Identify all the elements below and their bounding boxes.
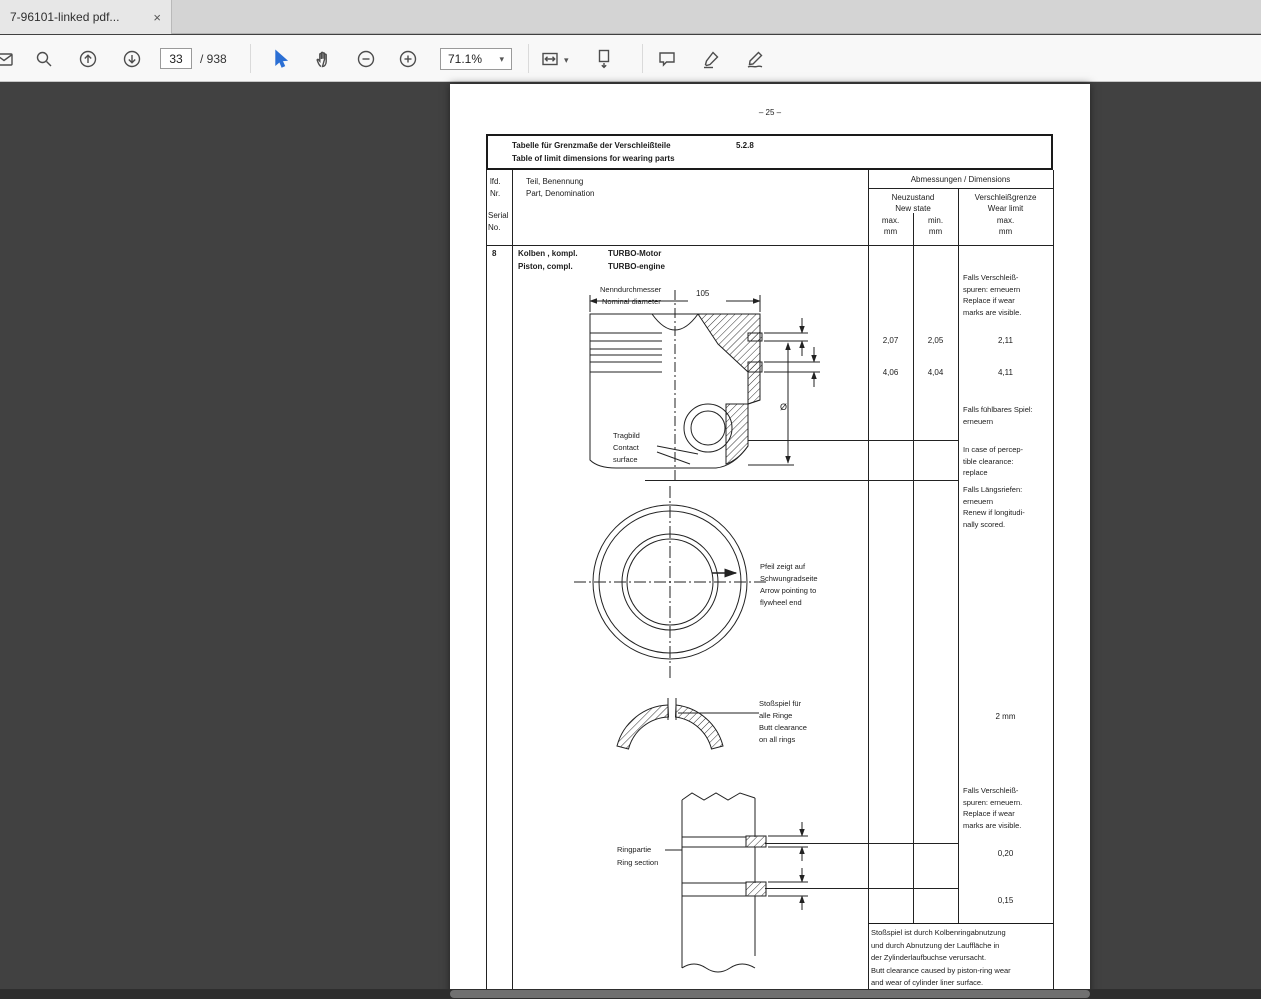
note-clearance-en: In case of percep- tible clearance: repl…: [963, 444, 1023, 479]
zoom-level-select[interactable]: 71.1% ▾: [440, 48, 512, 70]
header-max: max.: [958, 215, 1053, 226]
header-max: max.: [868, 215, 913, 226]
select-tool-button[interactable]: [268, 47, 292, 71]
fit-width-icon: [540, 49, 560, 69]
hand-icon: [314, 49, 334, 69]
label-ring-section: Ringpartie Ring section: [617, 843, 658, 869]
header-mm: mm: [958, 226, 1053, 237]
header-part: Part, Denomination: [526, 188, 594, 199]
fit-width-button[interactable]: [538, 47, 562, 71]
value-butt-clearance: 2 mm: [958, 711, 1053, 722]
arrow-up-circle-icon: [78, 49, 98, 69]
tab-title: 7-96101-linked pdf...: [10, 10, 145, 24]
note-scored: Falls Längsriefen: erneuern Renew if lon…: [963, 484, 1025, 530]
page-number-input[interactable]: [160, 48, 192, 69]
pdf-viewer-canvas: – 25 – Tabelle für Grenzmaße der Verschl…: [0, 82, 1261, 999]
zoom-in-button[interactable]: [396, 47, 420, 71]
envelope-icon: [0, 49, 14, 69]
chevron-down-icon: ▾: [499, 54, 504, 65]
hand-tool-button[interactable]: [312, 47, 336, 71]
tab-close-button[interactable]: ×: [153, 10, 161, 25]
arrow-down-circle-icon: [122, 49, 142, 69]
table-title-en: Table of limit dimensions for wearing pa…: [512, 153, 675, 164]
plus-circle-icon: [398, 49, 418, 69]
header-no: No.: [488, 222, 500, 233]
pdf-page: – 25 – Tabelle für Grenzmaße der Verschl…: [450, 84, 1090, 999]
dimension-105: 105: [694, 288, 711, 299]
table-rule: [1053, 170, 1054, 999]
note-wear-marks-2: Falls Verschleiß- spuren: erneuern. Repl…: [963, 785, 1022, 831]
table-rule: [868, 188, 1053, 189]
header-dimensions: Abmessungen / Dimensions: [868, 174, 1053, 185]
speech-bubble-icon: [657, 49, 677, 69]
header-wear-limit: Wear limit: [958, 203, 1053, 214]
table-rule: [958, 188, 959, 923]
note-wear-marks-1: Falls Verschleiß- spuren: erneuern Repla…: [963, 272, 1021, 318]
zoom-out-button[interactable]: [354, 47, 378, 71]
label-butt-clearance: Stoßspiel für alle Ringe Butt clearance …: [759, 698, 807, 746]
header-mm: mm: [868, 226, 913, 237]
footer-note-text: Stoßspiel ist durch Kolbenringabnutzung …: [871, 927, 1011, 990]
horizontal-scrollbar[interactable]: [0, 989, 1261, 999]
value-r1-min: 2,05: [913, 335, 958, 346]
diameter-symbol: Ø: [780, 402, 787, 413]
toolbar-separator: [642, 44, 643, 73]
table-rule: [913, 213, 914, 923]
page-count-label: / 938: [200, 52, 227, 66]
email-button[interactable]: [0, 47, 16, 71]
header-new-state: New state: [868, 203, 958, 214]
label-arrow-flywheel: Pfeil zeigt auf Schwungradseite Arrow po…: [760, 561, 818, 609]
magnifier-icon: [34, 49, 54, 69]
scroll-page-icon: [594, 49, 614, 69]
header-serial: Serial: [488, 210, 508, 221]
next-page-button[interactable]: [120, 47, 144, 71]
table-section-number: 5.2.8: [736, 140, 754, 151]
scrollbar-thumb[interactable]: [450, 990, 1090, 998]
header-nr: Nr.: [490, 188, 500, 199]
footer-note-box: Stoßspiel ist durch Kolbenringabnutzung …: [868, 923, 1053, 999]
previous-page-button[interactable]: [76, 47, 100, 71]
header-neuzustand: Neuzustand: [868, 192, 958, 203]
fill-sign-button[interactable]: [743, 47, 767, 71]
chevron-down-icon[interactable]: ▾: [564, 55, 569, 66]
value-r1-max: 2,07: [868, 335, 913, 346]
value-r2-wear: 4,11: [958, 367, 1053, 378]
note-clearance-de: Falls fühlbares Spiel: erneuern: [963, 404, 1033, 427]
piston-technical-drawing: [512, 254, 872, 999]
pdf-toolbar: / 938 71.1% ▾ ▾: [0, 35, 1261, 82]
header-teil: Teil, Benennung: [526, 176, 583, 187]
minus-circle-icon: [356, 49, 376, 69]
header-min: min.: [913, 215, 958, 226]
value-r2-max: 4,06: [868, 367, 913, 378]
signature-pen-icon: [745, 49, 765, 69]
table-rule: [486, 245, 1053, 246]
label-contact-surface: Tragbild Contact surface: [613, 430, 640, 466]
header-lfd: lfd.: [490, 176, 501, 187]
value-r2-min: 4,04: [913, 367, 958, 378]
highlight-button[interactable]: [699, 47, 723, 71]
value-ring2: 0,15: [958, 895, 1053, 906]
row-serial: 8: [492, 248, 496, 259]
table-rule: [486, 170, 487, 999]
comment-button[interactable]: [655, 47, 679, 71]
label-nominal-diameter: Nominal diameter: [602, 296, 661, 307]
header-verschleissgrenze: Verschleißgrenze: [958, 192, 1053, 203]
highlighter-icon: [701, 49, 721, 69]
table-title-box: Tabelle für Grenzmaße der Verschleißteil…: [486, 134, 1053, 170]
page-scroll-mode-button[interactable]: [592, 47, 616, 71]
toolbar-separator: [528, 44, 529, 73]
value-r1-wear: 2,11: [958, 335, 1053, 346]
cursor-icon: [270, 49, 290, 69]
value-ring1: 0,20: [958, 848, 1053, 859]
zoom-level-value: 71.1%: [448, 52, 482, 66]
document-tab[interactable]: 7-96101-linked pdf... ×: [0, 0, 172, 34]
header-mm: mm: [913, 226, 958, 237]
search-button[interactable]: [32, 47, 56, 71]
tab-bar: 7-96101-linked pdf... ×: [0, 0, 1261, 34]
toolbar-separator: [250, 44, 251, 73]
label-nenndurchmesser: Nenndurchmesser: [600, 284, 661, 295]
table-title-de: Tabelle für Grenzmaße der Verschleißteil…: [512, 140, 671, 151]
page-number-label: – 25 –: [740, 107, 800, 118]
